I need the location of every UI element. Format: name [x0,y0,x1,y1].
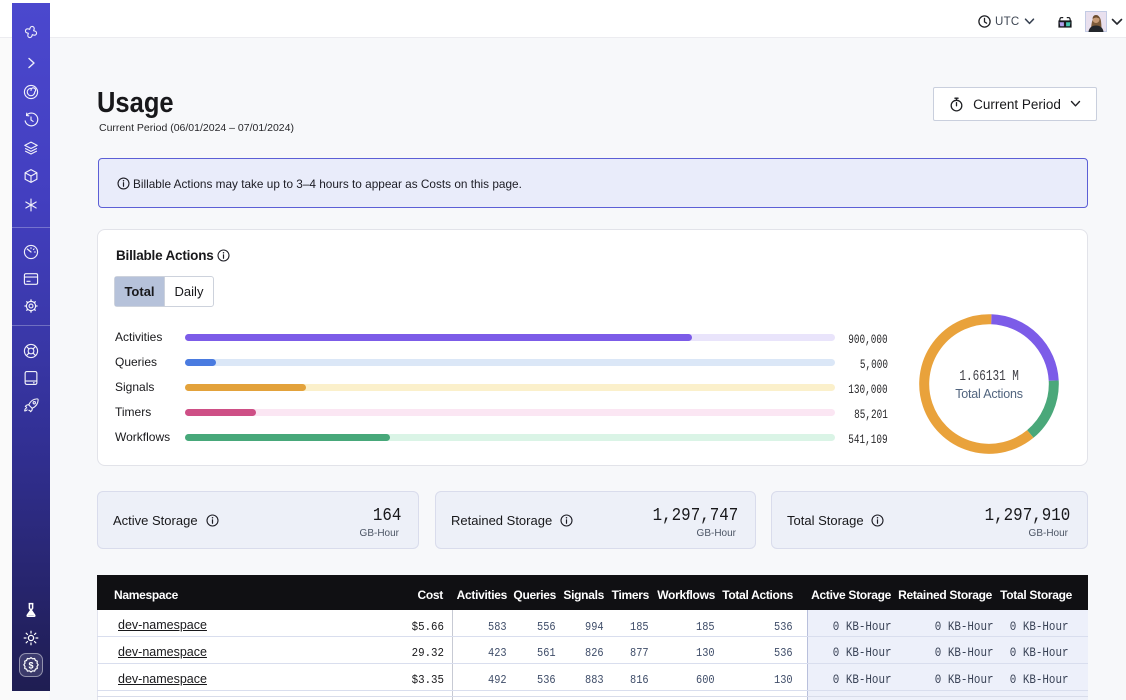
svg-text:$: $ [28,660,33,670]
